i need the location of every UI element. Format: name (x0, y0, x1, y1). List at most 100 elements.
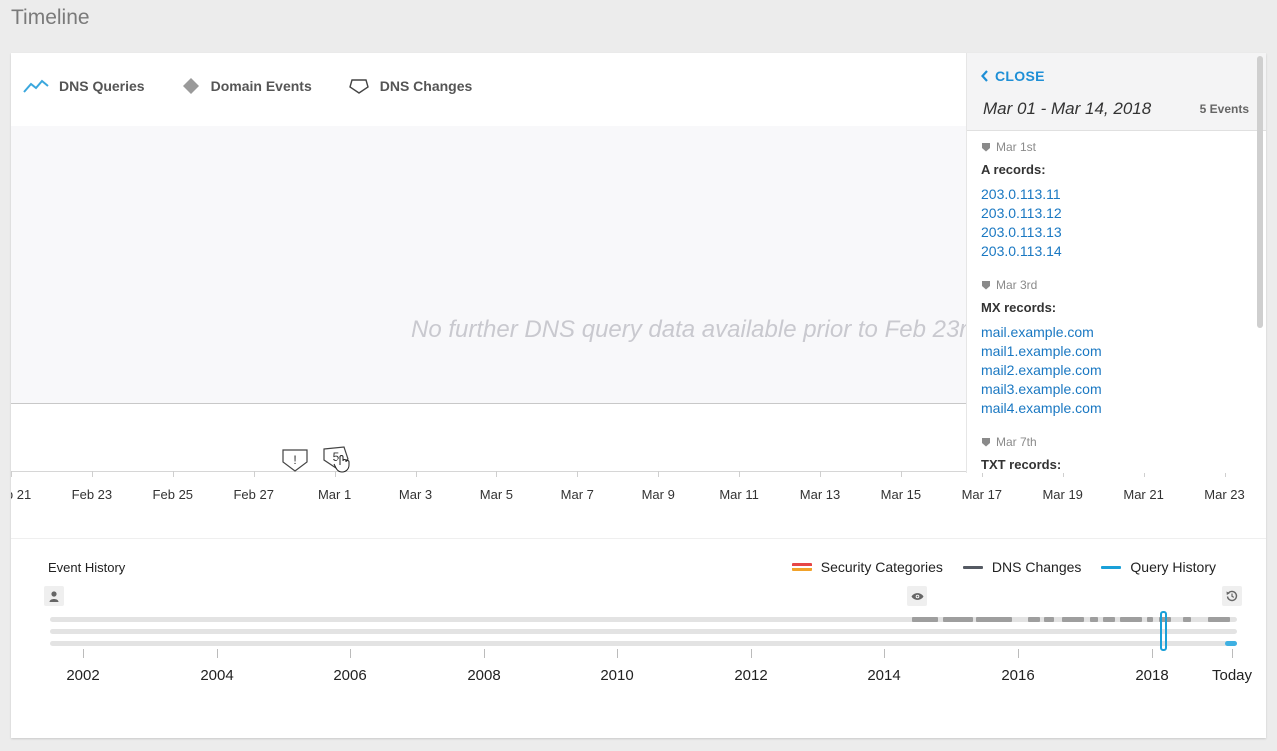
page-title: Timeline (11, 6, 90, 29)
chart-legend: DNS Queries Domain Events DNS Changes (23, 75, 508, 97)
x-tick-label: Mar 3 (398, 487, 433, 502)
panel-header: CLOSE Mar 01 - Mar 14, 2018 5 Events (967, 53, 1266, 131)
x-tick (334, 471, 336, 477)
year-label: 2004 (200, 667, 234, 684)
x-tick-label: Mar 19 (1042, 487, 1083, 502)
diamond-icon (182, 78, 199, 94)
chart-area: No further DNS query data available prio… (11, 126, 981, 403)
x-tick (91, 471, 93, 477)
event-details-panel: CLOSE Mar 01 - Mar 14, 2018 5 Events Mar… (966, 53, 1266, 473)
chevron-left-icon (981, 70, 988, 82)
x-tick (900, 471, 902, 477)
year-tick (484, 649, 485, 658)
record-link[interactable]: mail3.example.com (981, 380, 1251, 399)
record-link[interactable]: mail2.example.com (981, 361, 1251, 380)
record-type-title: TXT records: (981, 457, 1062, 472)
divider (11, 538, 1266, 539)
dns-change-segment (1147, 617, 1153, 622)
history-icon[interactable] (1222, 586, 1242, 606)
year-tick (350, 649, 351, 658)
x-tick-label: Mar 21 (1123, 487, 1164, 502)
year-label: 2018 (1135, 667, 1169, 684)
year-label: 2010 (600, 667, 634, 684)
line-chart-icon (23, 79, 49, 93)
year-tick (1018, 649, 1019, 658)
record-date-label: Mar 1st (996, 140, 1037, 154)
record-date: Mar 1st (981, 139, 1251, 155)
dns-change-marker-label: ! (293, 453, 296, 467)
x-tick (415, 471, 417, 477)
record-date: Mar 3rd (981, 277, 1251, 293)
record-link[interactable]: 203.0.113.11 (981, 185, 1251, 204)
year-tick (217, 649, 218, 658)
x-tick-label: Mar 17 (961, 487, 1003, 502)
dns-change-segment (943, 617, 973, 622)
record-date-label: Mar 3rd (996, 278, 1038, 292)
year-label: Today (1211, 667, 1253, 684)
legend-dns-queries[interactable]: DNS Queries (23, 78, 145, 94)
date-range: Mar 01 - Mar 14, 2018 (983, 99, 1152, 118)
record-link[interactable]: 203.0.113.14 (981, 242, 1251, 261)
tag-icon (982, 281, 990, 290)
eye-icon[interactable] (907, 586, 927, 606)
dns-change-marker[interactable]: ! (281, 445, 309, 473)
dns-change-segment (1062, 617, 1084, 622)
panel-scrollbar[interactable] (1257, 56, 1263, 328)
close-button-label: CLOSE (995, 68, 1045, 84)
user-icon[interactable] (44, 586, 64, 606)
x-tick-label: Mar 15 (880, 487, 922, 502)
legend-security-categories[interactable]: Security Categories (791, 559, 943, 575)
dns-changes-swatch (962, 565, 983, 569)
dns-change-segment (976, 617, 1012, 622)
record-group: Mar 7th TXT records: (981, 434, 1251, 472)
x-tick-label: Mar 9 (641, 487, 675, 502)
record-link[interactable]: mail.example.com (981, 323, 1251, 342)
security-swatch (791, 563, 812, 571)
event-history-legend: Security Categories DNS Changes Query Hi… (772, 559, 1216, 575)
range-brush-handle[interactable] (1160, 611, 1167, 651)
timeline-card: DNS Queries Domain Events DNS Changes No… (11, 53, 1266, 738)
security-categories-track[interactable] (50, 629, 1237, 634)
x-tick-label: Mar 5 (479, 487, 514, 502)
record-group: Mar 3rd MX records: mail.example.com mail1.… (981, 277, 1251, 418)
dns-changes-track[interactable] (50, 617, 1237, 622)
dns-change-marker-group[interactable]: 5 (322, 444, 352, 474)
x-tick-label: Feb 25 (152, 487, 194, 502)
legend-dns-queries-label: DNS Queries (59, 78, 145, 94)
year-tick (1152, 649, 1153, 658)
record-link[interactable]: 203.0.113.13 (981, 223, 1251, 242)
close-button[interactable]: CLOSE (981, 68, 1045, 84)
record-link[interactable]: mail4.example.com (981, 399, 1251, 418)
year-tick (83, 649, 84, 658)
record-link[interactable]: mail1.example.com (981, 342, 1251, 361)
x-tick-label: Feb 23 (71, 487, 113, 502)
legend-security-categories-label: Security Categories (820, 559, 943, 575)
legend-domain-events-label: Domain Events (210, 78, 312, 94)
year-label: 2016 (1001, 667, 1035, 684)
dns-change-segment (1183, 617, 1191, 622)
x-tick (172, 471, 174, 477)
record-date: Mar 7th (981, 434, 1251, 450)
legend-eh-dns-changes-label: DNS Changes (991, 559, 1082, 575)
year-label: 2012 (734, 667, 768, 684)
x-tick-label: Mar 11 (719, 487, 759, 502)
legend-domain-events[interactable]: Domain Events (181, 77, 312, 95)
events-count: 5 Events (1199, 102, 1249, 116)
legend-eh-dns-changes[interactable]: DNS Changes (962, 559, 1082, 575)
query-history-track[interactable] (50, 641, 1237, 646)
year-tick (884, 649, 885, 658)
legend-query-history-label: Query History (1130, 559, 1216, 575)
year-tick (1232, 649, 1233, 658)
x-tick-label: Mar 13 (799, 487, 841, 502)
x-tick (253, 471, 255, 477)
legend-query-history[interactable]: Query History (1101, 559, 1216, 575)
year-label: 2008 (467, 667, 501, 684)
event-history-title: Event History (48, 560, 126, 575)
tag-icon (982, 143, 990, 152)
record-link[interactable]: 203.0.113.12 (981, 204, 1251, 223)
legend-dns-changes[interactable]: DNS Changes (348, 77, 472, 95)
query-history-swatch (1101, 565, 1122, 569)
x-tick-label: Mar 23 (1204, 487, 1245, 502)
record-date-label: Mar 7th (996, 435, 1037, 449)
query-history-segment (1225, 641, 1237, 646)
